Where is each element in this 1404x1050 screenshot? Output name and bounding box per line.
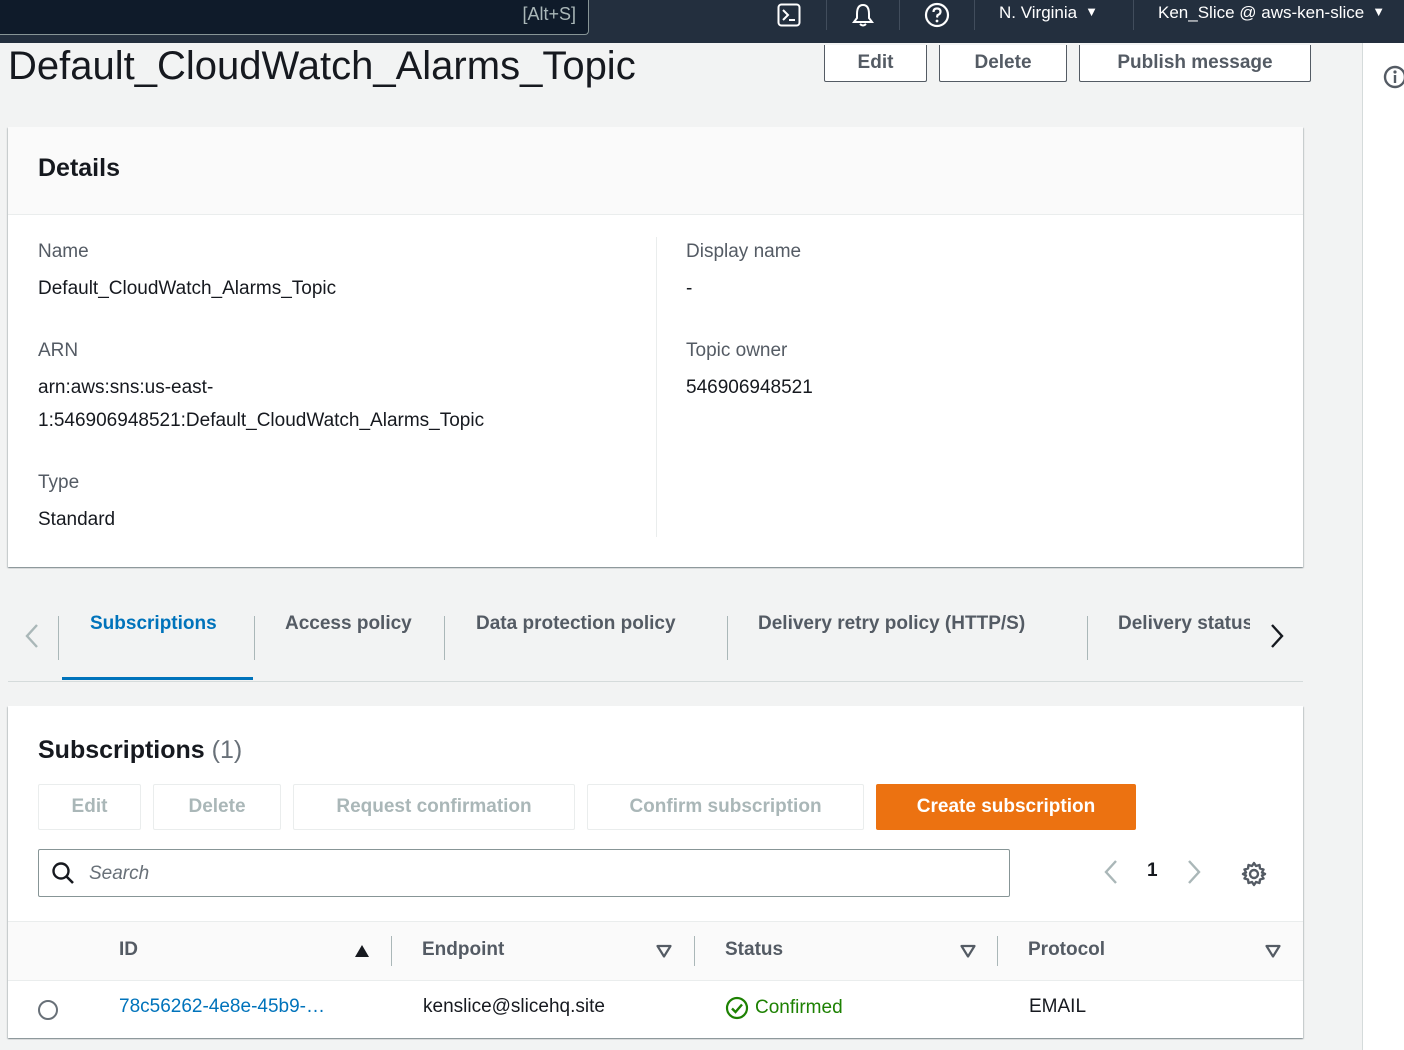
- search-input[interactable]: [87, 858, 991, 890]
- edit-topic-button[interactable]: Edit: [824, 45, 927, 82]
- row-select-radio[interactable]: [38, 1000, 58, 1020]
- table-row: 78c56262-4e8e-45b9-… kenslice@slicehq.si…: [8, 979, 1303, 1038]
- subscriptions-card: Subscriptions (1) Edit Delete Request co…: [8, 706, 1303, 1038]
- topic-owner-label: Topic owner: [686, 340, 788, 361]
- subscriptions-search: [38, 849, 1010, 897]
- tab-data-protection-policy[interactable]: Data protection policy: [476, 613, 676, 635]
- account-label: Ken_Slice @ aws-ken-slice: [1158, 3, 1365, 22]
- topic-tabs: Subscriptions Access policy Data protect…: [8, 595, 1303, 682]
- subscription-id-link[interactable]: 78c56262-4e8e-45b9-…: [119, 996, 325, 1018]
- top-navigation: [Alt+S] N. Virginia ▼ Ken_Slice @ aws-ken…: [0, 0, 1404, 43]
- tab-delivery-retry-policy[interactable]: Delivery retry policy (HTTP/S): [758, 613, 1025, 635]
- active-tab-indicator: [62, 677, 253, 680]
- sort-descending-icon[interactable]: [960, 944, 976, 963]
- publish-message-button[interactable]: Publish message: [1079, 45, 1311, 82]
- subscriptions-count: (1): [211, 736, 243, 764]
- display-name-value: -: [686, 278, 693, 299]
- column-divider: [391, 936, 392, 966]
- column-header-id[interactable]: ID: [119, 939, 138, 961]
- type-value: Standard: [38, 509, 116, 530]
- nav-divider: [1133, 0, 1134, 30]
- caret-down-icon: ▼: [1372, 4, 1386, 19]
- tab-subscriptions[interactable]: Subscriptions: [90, 613, 217, 635]
- help-panel-rail: [1362, 43, 1404, 1050]
- status-text: Confirmed: [755, 997, 843, 1018]
- chevron-right-icon[interactable]: [1269, 623, 1285, 654]
- caret-down-icon: ▼: [1085, 4, 1098, 19]
- delete-subscription-button[interactable]: Delete: [153, 784, 281, 830]
- current-page[interactable]: 1: [1147, 860, 1158, 882]
- column-header-status[interactable]: Status: [725, 939, 783, 961]
- cloudshell-icon[interactable]: [776, 2, 802, 28]
- create-subscription-button[interactable]: Create subscription: [876, 784, 1136, 830]
- arn-value-line2: 1:546906948521:Default_CloudWatch_Alarms…: [38, 410, 485, 431]
- arn-label: ARN: [38, 340, 79, 361]
- name-label: Name: [38, 241, 89, 262]
- confirm-subscription-button[interactable]: Confirm subscription: [587, 784, 864, 830]
- tab-divider: [1087, 616, 1088, 660]
- details-card: Details Name Default_CloudWatch_Alarms_T…: [8, 127, 1303, 567]
- tab-access-policy[interactable]: Access policy: [285, 613, 412, 635]
- tab-divider: [58, 616, 59, 660]
- sort-descending-icon[interactable]: [656, 944, 672, 963]
- info-icon[interactable]: [1383, 65, 1404, 94]
- account-menu[interactable]: Ken_Slice @ aws-ken-slice ▼: [1158, 3, 1385, 23]
- search-icon: [51, 861, 75, 890]
- type-label: Type: [38, 472, 80, 493]
- delete-topic-button[interactable]: Delete: [939, 45, 1067, 82]
- subscription-protocol: EMAIL: [1029, 996, 1087, 1017]
- page-title: Default_CloudWatch_Alarms_Topic: [8, 44, 636, 88]
- nav-divider: [974, 0, 975, 30]
- tab-divider: [444, 616, 445, 660]
- column-divider: [997, 936, 998, 966]
- region-label: N. Virginia: [999, 3, 1078, 22]
- sort-ascending-icon[interactable]: [354, 944, 370, 963]
- display-name-label: Display name: [686, 241, 802, 262]
- search-shortcut-hint: [Alt+S]: [522, 4, 576, 24]
- topic-owner-value: 546906948521: [686, 377, 813, 398]
- table-header: ID Endpoint Status Protocol: [8, 921, 1303, 981]
- global-search-box[interactable]: [Alt+S]: [0, 0, 589, 35]
- edit-subscription-button[interactable]: Edit: [38, 784, 141, 830]
- region-selector[interactable]: N. Virginia ▼: [999, 3, 1098, 23]
- name-value: Default_CloudWatch_Alarms_Topic: [38, 278, 337, 299]
- gear-icon[interactable]: [1241, 861, 1267, 892]
- next-page-icon[interactable]: [1186, 859, 1202, 890]
- tab-divider: [254, 616, 255, 660]
- previous-page-icon[interactable]: [1103, 859, 1119, 890]
- tab-delivery-status-logging[interactable]: Delivery status logging: [1118, 613, 1250, 635]
- subscriptions-title: Subscriptions: [38, 736, 205, 764]
- column-header-endpoint[interactable]: Endpoint: [422, 939, 504, 961]
- subscriptions-heading: Subscriptions (1): [38, 736, 242, 765]
- nav-divider: [899, 0, 900, 30]
- chevron-left-icon[interactable]: [24, 623, 40, 654]
- column-divider: [694, 936, 695, 966]
- subscription-status: Confirmed: [725, 996, 843, 1020]
- tab-divider: [727, 616, 728, 660]
- nav-divider: [826, 0, 827, 30]
- details-card-header: Details: [8, 127, 1303, 215]
- notifications-bell-icon[interactable]: [849, 2, 877, 28]
- column-header-protocol[interactable]: Protocol: [1028, 939, 1105, 961]
- details-title: Details: [38, 154, 120, 182]
- request-confirmation-button[interactable]: Request confirmation: [293, 784, 575, 830]
- arn-value-line1: arn:aws:sns:us-east-: [38, 377, 214, 398]
- subscription-endpoint: kenslice@slicehq.site: [423, 996, 605, 1017]
- sort-descending-icon[interactable]: [1265, 944, 1281, 963]
- column-divider: [656, 237, 657, 537]
- help-icon[interactable]: [923, 2, 951, 28]
- check-circle-icon: [725, 996, 749, 1020]
